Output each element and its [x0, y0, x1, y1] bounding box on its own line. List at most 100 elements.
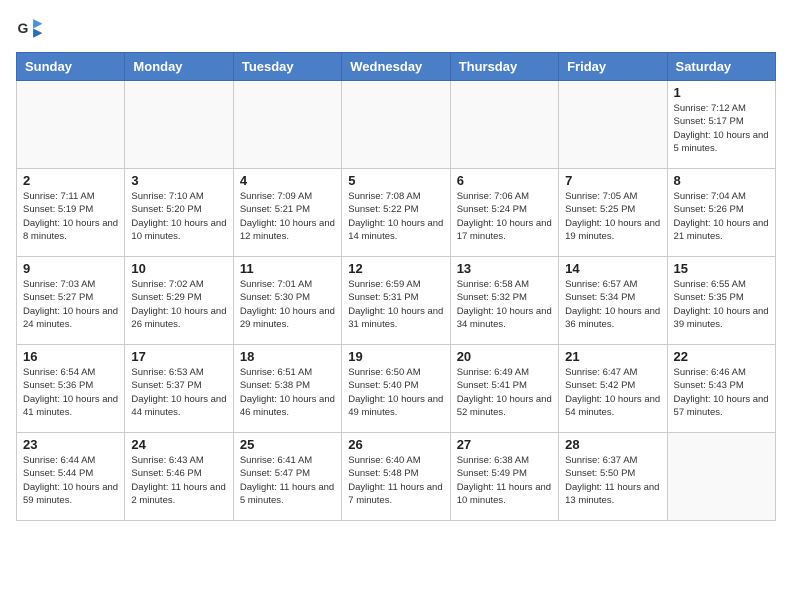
day-info: Sunrise: 6:54 AM Sunset: 5:36 PM Dayligh… [23, 366, 118, 419]
week-row-3: 9Sunrise: 7:03 AM Sunset: 5:27 PM Daylig… [17, 257, 776, 345]
week-row-2: 2 Sunrise: 7:11 AM Sunset: 5:19 PM Daylig… [17, 169, 776, 257]
day-info: Sunrise: 7:11 AM Sunset: 5:19 PM Dayligh… [23, 190, 118, 243]
day-number: 20 [457, 349, 552, 364]
day-info: Sunrise: 6:43 AM Sunset: 5:46 PM Dayligh… [131, 454, 226, 507]
day-cell: 21Sunrise: 6:47 AM Sunset: 5:42 PM Dayli… [559, 345, 667, 433]
day-number: 9 [23, 261, 118, 276]
day-info: Sunrise: 7:09 AM Sunset: 5:21 PM Dayligh… [240, 190, 335, 243]
day-number: 5 [348, 173, 443, 188]
day-cell: 23 Sunrise: 6:44 AM Sunset: 5:44 PM Dayli… [17, 433, 125, 521]
day-info: Sunrise: 7:08 AM Sunset: 5:22 PM Dayligh… [348, 190, 443, 243]
day-cell: 18 Sunrise: 6:51 AM Sunset: 5:38 PM Dayli… [233, 345, 341, 433]
day-cell [450, 81, 558, 169]
day-cell: 26 Sunrise: 6:40 AM Sunset: 5:48 PM Dayli… [342, 433, 450, 521]
day-cell: 1 Sunrise: 7:12 AM Sunset: 5:17 PM Daylig… [667, 81, 775, 169]
day-info: Sunrise: 6:59 AM Sunset: 5:31 PM Dayligh… [348, 278, 443, 331]
weekday-header-row: SundayMondayTuesdayWednesdayThursdayFrid… [17, 53, 776, 81]
day-info: Sunrise: 6:40 AM Sunset: 5:48 PM Dayligh… [348, 454, 443, 507]
day-info: Sunrise: 7:02 AM Sunset: 5:29 PM Dayligh… [131, 278, 226, 331]
logo-icon: G [16, 16, 44, 44]
weekday-header-wednesday: Wednesday [342, 53, 450, 81]
day-info: Sunrise: 7:01 AM Sunset: 5:30 PM Dayligh… [240, 278, 335, 331]
day-cell: 24 Sunrise: 6:43 AM Sunset: 5:46 PM Dayli… [125, 433, 233, 521]
day-cell [559, 81, 667, 169]
day-number: 22 [674, 349, 769, 364]
day-info: Sunrise: 6:58 AM Sunset: 5:32 PM Dayligh… [457, 278, 552, 331]
day-number: 4 [240, 173, 335, 188]
day-cell: 25 Sunrise: 6:41 AM Sunset: 5:47 PM Dayli… [233, 433, 341, 521]
day-info: Sunrise: 6:38 AM Sunset: 5:49 PM Dayligh… [457, 454, 552, 507]
day-cell [667, 433, 775, 521]
day-number: 24 [131, 437, 226, 452]
day-number: 13 [457, 261, 552, 276]
calendar: SundayMondayTuesdayWednesdayThursdayFrid… [16, 52, 776, 521]
day-number: 14 [565, 261, 660, 276]
day-info: Sunrise: 6:37 AM Sunset: 5:50 PM Dayligh… [565, 454, 660, 507]
day-cell: 20 Sunrise: 6:49 AM Sunset: 5:41 PM Dayli… [450, 345, 558, 433]
day-info: Sunrise: 7:12 AM Sunset: 5:17 PM Dayligh… [674, 102, 769, 155]
day-number: 25 [240, 437, 335, 452]
day-info: Sunrise: 6:51 AM Sunset: 5:38 PM Dayligh… [240, 366, 335, 419]
day-number: 11 [240, 261, 335, 276]
day-cell: 28 Sunrise: 6:37 AM Sunset: 5:50 PM Dayli… [559, 433, 667, 521]
weekday-header-saturday: Saturday [667, 53, 775, 81]
day-info: Sunrise: 7:06 AM Sunset: 5:24 PM Dayligh… [457, 190, 552, 243]
day-cell: 3 Sunrise: 7:10 AM Sunset: 5:20 PM Daylig… [125, 169, 233, 257]
day-cell [342, 81, 450, 169]
day-number: 16 [23, 349, 118, 364]
week-row-5: 23 Sunrise: 6:44 AM Sunset: 5:44 PM Dayli… [17, 433, 776, 521]
day-cell: 4 Sunrise: 7:09 AM Sunset: 5:21 PM Daylig… [233, 169, 341, 257]
day-cell: 15 Sunrise: 6:55 AM Sunset: 5:35 PM Dayli… [667, 257, 775, 345]
day-number: 3 [131, 173, 226, 188]
day-cell: 14 Sunrise: 6:57 AM Sunset: 5:34 PM Dayli… [559, 257, 667, 345]
day-cell [125, 81, 233, 169]
day-cell: 13 Sunrise: 6:58 AM Sunset: 5:32 PM Dayli… [450, 257, 558, 345]
weekday-header-thursday: Thursday [450, 53, 558, 81]
day-number: 8 [674, 173, 769, 188]
day-number: 10 [131, 261, 226, 276]
day-number: 15 [674, 261, 769, 276]
day-number: 21 [565, 349, 660, 364]
week-row-4: 16 Sunrise: 6:54 AM Sunset: 5:36 PM Dayli… [17, 345, 776, 433]
svg-text:G: G [18, 20, 29, 36]
day-number: 6 [457, 173, 552, 188]
day-cell [17, 81, 125, 169]
day-number: 12 [348, 261, 443, 276]
day-info: Sunrise: 6:44 AM Sunset: 5:44 PM Dayligh… [23, 454, 118, 507]
day-cell: 22 Sunrise: 6:46 AM Sunset: 5:43 PM Dayli… [667, 345, 775, 433]
day-info: Sunrise: 7:04 AM Sunset: 5:26 PM Dayligh… [674, 190, 769, 243]
day-cell: 6 Sunrise: 7:06 AM Sunset: 5:24 PM Daylig… [450, 169, 558, 257]
day-info: Sunrise: 7:05 AM Sunset: 5:25 PM Dayligh… [565, 190, 660, 243]
weekday-header-monday: Monday [125, 53, 233, 81]
day-cell: 5 Sunrise: 7:08 AM Sunset: 5:22 PM Daylig… [342, 169, 450, 257]
day-number: 26 [348, 437, 443, 452]
day-cell: 27 Sunrise: 6:38 AM Sunset: 5:49 PM Dayli… [450, 433, 558, 521]
day-info: Sunrise: 6:53 AM Sunset: 5:37 PM Dayligh… [131, 366, 226, 419]
day-info: Sunrise: 7:10 AM Sunset: 5:20 PM Dayligh… [131, 190, 226, 243]
day-number: 19 [348, 349, 443, 364]
day-info: Sunrise: 6:55 AM Sunset: 5:35 PM Dayligh… [674, 278, 769, 331]
week-row-1: 1 Sunrise: 7:12 AM Sunset: 5:17 PM Daylig… [17, 81, 776, 169]
day-number: 27 [457, 437, 552, 452]
day-cell: 11 Sunrise: 7:01 AM Sunset: 5:30 PM Dayli… [233, 257, 341, 345]
day-cell: 16 Sunrise: 6:54 AM Sunset: 5:36 PM Dayli… [17, 345, 125, 433]
day-cell: 9Sunrise: 7:03 AM Sunset: 5:27 PM Daylig… [17, 257, 125, 345]
day-cell: 17 Sunrise: 6:53 AM Sunset: 5:37 PM Dayli… [125, 345, 233, 433]
day-info: Sunrise: 6:57 AM Sunset: 5:34 PM Dayligh… [565, 278, 660, 331]
day-cell: 8 Sunrise: 7:04 AM Sunset: 5:26 PM Daylig… [667, 169, 775, 257]
day-cell [233, 81, 341, 169]
day-cell: 10 Sunrise: 7:02 AM Sunset: 5:29 PM Dayli… [125, 257, 233, 345]
day-cell: 7Sunrise: 7:05 AM Sunset: 5:25 PM Daylig… [559, 169, 667, 257]
day-info: Sunrise: 6:46 AM Sunset: 5:43 PM Dayligh… [674, 366, 769, 419]
day-number: 17 [131, 349, 226, 364]
day-info: Sunrise: 6:41 AM Sunset: 5:47 PM Dayligh… [240, 454, 335, 507]
day-number: 18 [240, 349, 335, 364]
day-info: Sunrise: 6:49 AM Sunset: 5:41 PM Dayligh… [457, 366, 552, 419]
day-number: 28 [565, 437, 660, 452]
day-number: 2 [23, 173, 118, 188]
day-cell: 2 Sunrise: 7:11 AM Sunset: 5:19 PM Daylig… [17, 169, 125, 257]
weekday-header-tuesday: Tuesday [233, 53, 341, 81]
day-info: Sunrise: 6:50 AM Sunset: 5:40 PM Dayligh… [348, 366, 443, 419]
day-number: 23 [23, 437, 118, 452]
day-number: 1 [674, 85, 769, 100]
